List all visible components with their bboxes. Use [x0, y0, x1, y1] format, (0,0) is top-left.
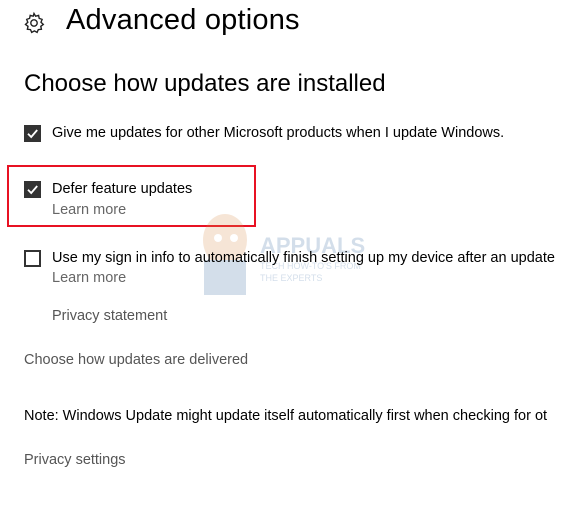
windows-update-note: Note: Windows Update might update itself…: [24, 408, 548, 424]
sign-in-info-checkbox[interactable]: [24, 250, 41, 267]
section-heading: Choose how updates are installed: [24, 70, 386, 97]
microsoft-products-label: Give me updates for other Microsoft prod…: [52, 125, 505, 141]
microsoft-products-checkbox[interactable]: [24, 125, 41, 142]
gear-icon: [22, 11, 46, 35]
learn-more-link[interactable]: Learn more: [52, 202, 126, 218]
privacy-statement-link[interactable]: Privacy statement: [52, 308, 167, 324]
choose-delivery-link[interactable]: Choose how updates are delivered: [24, 352, 248, 368]
watermark-tagline-2: THE EXPERTS: [260, 273, 322, 283]
defer-feature-updates-label: Defer feature updates: [52, 181, 193, 197]
sign-in-info-label: Use my sign in info to automatically fin…: [52, 250, 555, 266]
learn-more-link[interactable]: Learn more: [52, 270, 126, 286]
privacy-settings-link[interactable]: Privacy settings: [24, 452, 126, 468]
defer-feature-updates-checkbox[interactable]: [24, 181, 41, 198]
checkmark-icon: [27, 185, 38, 195]
page-title: Advanced options: [66, 4, 300, 36]
checkmark-icon: [27, 129, 38, 139]
